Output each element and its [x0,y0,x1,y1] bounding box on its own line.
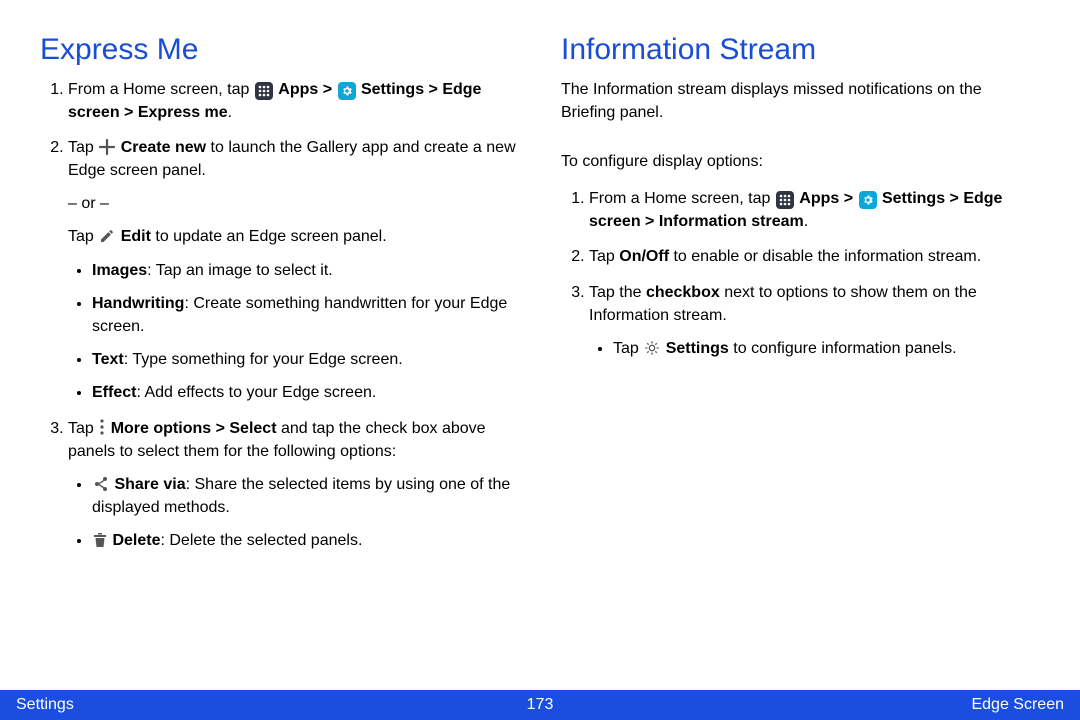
page-body: Express Me From a Home screen, tap Apps … [0,0,1080,680]
step-2: Tap On/Off to enable or disable the info… [589,245,1040,268]
apps-icon [255,82,273,100]
info-stream-sublist: Tap Settings to configure information pa… [589,337,1040,360]
edit-options-list: Images: Tap an image to select it. Handw… [68,259,519,405]
create-new-label: Create new [121,139,206,156]
text: . [804,213,808,230]
left-column: Express Me From a Home screen, tap Apps … [40,28,519,680]
apps-label: Apps > [799,190,857,207]
label: Effect [92,384,136,401]
text: : Delete the selected panels. [160,532,362,549]
label: Delete [112,532,160,549]
settings-icon [338,82,356,100]
footer-page-number: 173 [0,690,1080,720]
text: : Add effects to your Edge screen. [136,384,376,401]
list-item: Images: Tap an image to select it. [92,259,519,282]
text: Tap [68,228,98,245]
text: : Tap an image to select it. [147,262,333,279]
text: to update an Edge screen panel. [155,228,386,245]
list-item: Handwriting: Create something handwritte… [92,292,519,338]
delete-icon [93,532,107,548]
intro-text: The Information stream displays missed n… [561,78,1040,124]
label: Text [92,351,124,368]
heading-express-me: Express Me [40,28,519,72]
step-2: Tap Create new to launch the Gallery app… [68,136,519,405]
config-text: To configure display options: [561,150,1040,173]
apps-label: Apps > [278,81,336,98]
step-3: Tap the checkbox next to options to show… [589,281,1040,361]
footer-bar: Settings 173 Edge Screen [0,690,1080,720]
list-item: Text: Type something for your Edge scree… [92,348,519,371]
list-item: Effect: Add effects to your Edge screen. [92,381,519,404]
text: : Type something for your Edge screen. [124,351,403,368]
text: Tap [68,139,98,156]
more-options-icon [99,418,105,436]
or-divider: – or – [68,192,519,215]
edit-label: Edit [121,228,151,245]
info-stream-steps: From a Home screen, tap Apps > Settings … [561,187,1040,360]
label: Share via [114,476,185,493]
text: . [228,104,232,121]
checkbox-label: checkbox [646,284,720,301]
text: From a Home screen, tap [68,81,254,98]
text: to configure information panels. [729,340,957,357]
heading-information-stream: Information Stream [561,28,1040,72]
plus-icon [99,139,115,155]
settings-icon [859,191,877,209]
step-1: From a Home screen, tap Apps > Settings … [589,187,1040,233]
step-1: From a Home screen, tap Apps > Settings … [68,78,519,124]
share-icon [93,476,109,492]
text: to enable or disable the information str… [669,248,981,265]
apps-icon [776,191,794,209]
text: Tap the [589,284,646,301]
list-item: Tap Settings to configure information pa… [613,337,1040,360]
list-item: Share via: Share the selected items by u… [92,473,519,519]
express-me-steps: From a Home screen, tap Apps > Settings … [40,78,519,553]
more-label: More options > Select [111,420,277,437]
text: Tap [613,340,643,357]
right-column: Information Stream The Information strea… [561,28,1040,680]
text: Tap [68,420,98,437]
onoff-label: On/Off [619,248,669,265]
step-3: Tap More options > Select and tap the ch… [68,417,519,553]
select-options-list: Share via: Share the selected items by u… [68,473,519,553]
label: Images [92,262,147,279]
text: Tap [589,248,619,265]
label: Settings [666,340,729,357]
text: From a Home screen, tap [589,190,775,207]
list-item: Delete: Delete the selected panels. [92,529,519,552]
label: Handwriting [92,295,184,312]
edit-icon [99,228,115,244]
gear-icon [644,340,660,356]
